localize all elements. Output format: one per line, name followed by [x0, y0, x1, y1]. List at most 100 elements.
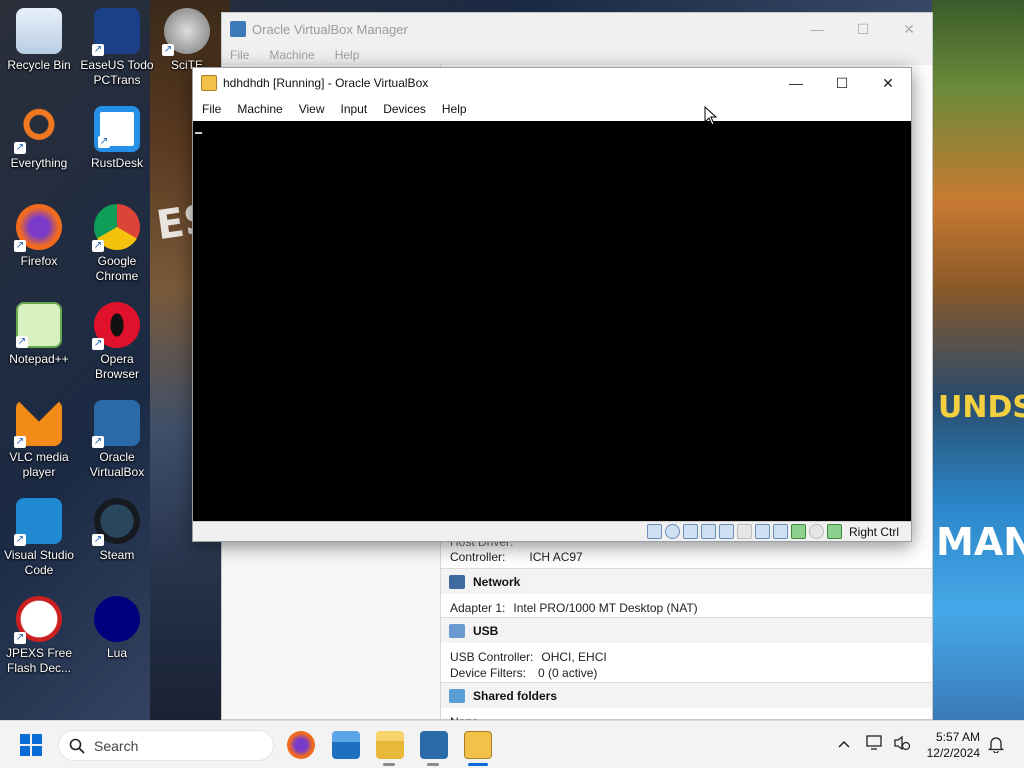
maximize-button[interactable]: ☐ — [819, 68, 865, 98]
optical-drive-icon[interactable] — [664, 524, 680, 539]
close-button[interactable]: ✕ — [865, 68, 911, 98]
desktop-icon-virtualbox[interactable]: ↗ Oracle VirtualBox — [78, 400, 156, 480]
recording-icon[interactable] — [772, 524, 788, 539]
desktop-icon-label: Visual Studio Code — [4, 548, 74, 577]
jpexs-icon: ↗ — [14, 596, 62, 644]
audio-icon[interactable] — [682, 524, 698, 539]
desktop-icon-label: Firefox — [20, 254, 58, 268]
menu-machine[interactable]: Machine — [269, 45, 314, 65]
opera-icon: ↗ — [92, 302, 140, 350]
vm-window-controls: — ☐ ✕ — [773, 68, 911, 98]
audio-controller-row: Controller: ICH AC97 — [441, 549, 932, 565]
notepadpp-icon: ↗ — [16, 302, 62, 348]
network-section-header[interactable]: Network — [441, 568, 932, 594]
taskbar-search[interactable]: Search — [58, 730, 274, 761]
vm-display[interactable] — [193, 121, 911, 521]
usb-filters-row: Device Filters: 0 (0 active) — [441, 665, 932, 681]
running-indicator — [383, 763, 395, 766]
menu-file[interactable]: File — [230, 45, 249, 65]
vscode-icon: ↗ — [14, 498, 62, 546]
firefox-icon[interactable] — [287, 731, 315, 759]
usb-controller-row: USB Controller: OHCI, EHCI — [441, 649, 932, 665]
keyboard-capture-icon[interactable] — [826, 524, 842, 539]
desktop-icon-label: Steam — [99, 548, 135, 562]
vm-window-icon — [201, 75, 217, 91]
desktop-icon-everything[interactable]: ↗ Everything — [0, 106, 78, 171]
usb-controller-label: USB Controller: — [450, 650, 534, 664]
file-explorer-icon[interactable] — [332, 731, 360, 759]
vm-menu-help[interactable]: Help — [434, 98, 475, 121]
vm-window-title: hdhdhdh [Running] - Oracle VirtualBox — [223, 76, 429, 90]
easeus-icon: ↗ — [92, 8, 140, 56]
desktop-icon-rustdesk[interactable]: ↗ RustDesk — [78, 106, 156, 171]
desktop-icon-firefox[interactable]: ↗ Firefox — [0, 204, 78, 269]
taskbar: Search 5:57 AM 12/2/2024 — [0, 720, 1024, 768]
menu-help[interactable]: Help — [335, 45, 360, 65]
rustdesk-icon: ↗ — [94, 106, 140, 152]
maximize-button[interactable]: ☐ — [840, 13, 886, 45]
shared-folders-icon[interactable] — [736, 524, 752, 539]
minimize-button[interactable]: — — [773, 68, 819, 98]
everything-icon: ↗ — [14, 106, 62, 154]
network-title: Network — [473, 574, 521, 589]
mouse-integration-icon[interactable] — [808, 524, 824, 539]
usb-icon — [449, 623, 465, 638]
desktop-icon-label: EaseUS Todo PCTrans — [80, 58, 154, 87]
desktop-icon-opera[interactable]: ↗ Opera Browser — [78, 302, 156, 382]
vm-window-icon[interactable] — [464, 731, 492, 759]
audio-controller-label: Controller: — [450, 550, 506, 564]
usb-icon[interactable] — [718, 524, 734, 539]
vm-menu-machine[interactable]: Machine — [229, 98, 290, 121]
vm-menu-devices[interactable]: Devices — [375, 98, 434, 121]
clock-date: 12/2/2024 — [926, 746, 980, 760]
start-button[interactable] — [20, 734, 43, 757]
active-indicator — [468, 763, 488, 766]
manager-window-controls: — ☐ ✕ — [794, 13, 932, 45]
vm-menu-input[interactable]: Input — [333, 98, 376, 121]
desktop-icon-lua[interactable]: Lua — [78, 596, 156, 661]
desktop-icon-vlc[interactable]: ↗ VLC media player — [0, 400, 78, 480]
cpu-icon[interactable] — [790, 524, 806, 539]
display-icon[interactable] — [754, 524, 770, 539]
wallpaper-right: UNDS MAN — [932, 0, 1024, 720]
desktop-icon-chrome[interactable]: ↗ Google Chrome — [78, 204, 156, 284]
desktop-icon-label: Oracle VirtualBox — [89, 450, 145, 479]
clock[interactable]: 5:57 AM 12/2/2024 — [927, 729, 980, 761]
notification-bell-icon[interactable] — [988, 735, 1004, 753]
network-adapter-row: Adapter 1: Intel PRO/1000 MT Desktop (NA… — [441, 600, 932, 616]
vm-running-window[interactable]: hdhdhdh [Running] - Oracle VirtualBox — … — [192, 67, 912, 542]
search-icon — [69, 738, 85, 754]
close-button[interactable]: ✕ — [886, 13, 932, 45]
wallpaper-text: UNDS — [938, 390, 1024, 425]
vm-menu-bar: File Machine View Input Devices Help — [193, 98, 911, 121]
desktop-icon-steam[interactable]: ↗ Steam — [78, 498, 156, 563]
network-status-icon[interactable] — [866, 735, 884, 751]
desktop-icon-label: JPEXS Free Flash Dec... — [5, 646, 73, 675]
lua-icon — [94, 596, 140, 642]
usb-section-header[interactable]: USB — [441, 617, 932, 643]
desktop-icon-label: Recycle Bin — [7, 58, 71, 72]
shared-folders-header[interactable]: Shared folders — [441, 682, 932, 708]
virtualbox-icon: ↗ — [92, 400, 140, 448]
usb-controller-value: OHCI, EHCI — [541, 650, 607, 664]
hard-disk-icon[interactable] — [646, 524, 662, 539]
folder-icon[interactable] — [376, 731, 404, 759]
desktop-icon-easeus[interactable]: ↗ EaseUS Todo PCTrans — [78, 8, 156, 88]
desktop-icon-jpexs[interactable]: ↗ JPEXS Free Flash Dec... — [0, 596, 78, 676]
chevron-up-icon[interactable] — [838, 739, 850, 749]
desktop-icon-label: VLC media player — [9, 450, 69, 479]
vlc-icon: ↗ — [14, 400, 62, 448]
host-key-label: Right Ctrl — [848, 524, 899, 539]
virtualbox-icon[interactable] — [420, 731, 448, 759]
desktop-icon-recycle-bin[interactable]: Recycle Bin — [0, 8, 78, 73]
manager-menu-bar: File Machine Help — [222, 45, 932, 65]
desktop-icon-notepadpp[interactable]: ↗ Notepad++ — [0, 302, 78, 367]
vm-menu-file[interactable]: File — [194, 98, 229, 121]
desktop-icon-label: Notepad++ — [9, 352, 69, 366]
network-icon[interactable] — [700, 524, 716, 539]
vm-menu-view[interactable]: View — [291, 98, 333, 121]
desktop-icon-vscode[interactable]: ↗ Visual Studio Code — [0, 498, 78, 578]
desktop-icon-scite[interactable]: ↗ SciTE — [156, 8, 218, 73]
minimize-button[interactable]: — — [794, 13, 840, 45]
volume-muted-icon[interactable] — [893, 735, 911, 751]
